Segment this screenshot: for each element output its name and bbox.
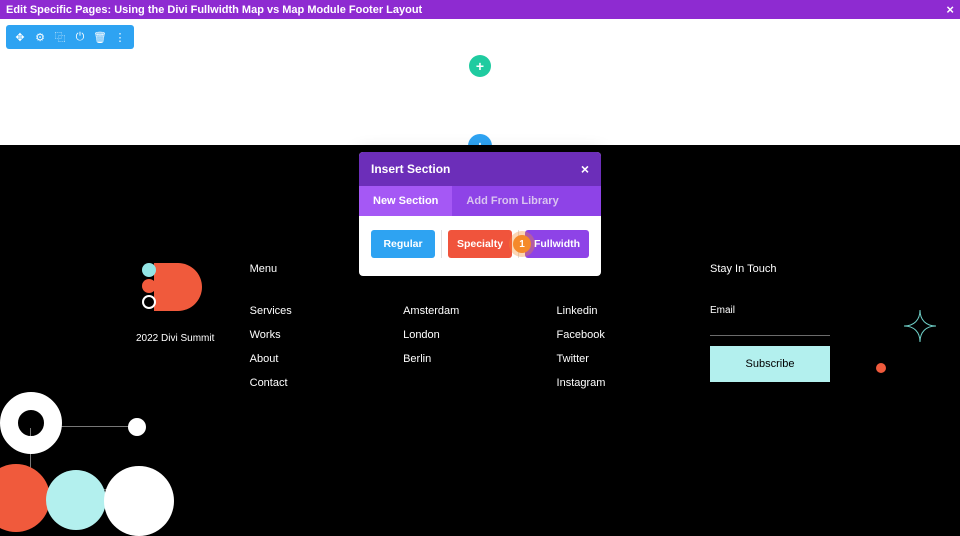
footer-social-link[interactable]: Instagram <box>557 377 686 389</box>
footer-social-link[interactable]: Facebook <box>557 329 686 341</box>
modal-header: Insert Section × <box>359 152 601 186</box>
separator <box>441 230 442 258</box>
diamond-decoration-icon <box>902 308 938 344</box>
footer-location-link[interactable]: Berlin <box>403 353 532 365</box>
footer-logo-icon <box>136 263 206 323</box>
footer-social-link[interactable]: Twitter <box>557 353 686 365</box>
page-title-bar: Edit Specific Pages: Using the Divi Full… <box>0 0 960 19</box>
modal-title: Insert Section <box>371 162 450 176</box>
fullwidth-section-button[interactable]: 1 Fullwidth <box>525 230 589 258</box>
footer-social-link[interactable]: Linkedin <box>557 305 686 317</box>
tab-new-section[interactable]: New Section <box>359 186 452 216</box>
settings-gear-icon[interactable]: ⚙ <box>32 31 48 44</box>
empty-section: + + <box>0 19 960 145</box>
section-toolbar: ✥ ⚙ ⿻ ⏻ 🗑 ⋮ <box>6 25 134 49</box>
footer-columns: 2022 Divi Summit Menu Services Works Abo… <box>136 263 830 401</box>
delete-icon[interactable]: 🗑 <box>92 31 108 44</box>
fullwidth-label: Fullwidth <box>534 238 580 250</box>
subscribe-button[interactable]: Subscribe <box>710 346 830 382</box>
footer-locations-column: Amsterdam London Berlin <box>403 263 532 401</box>
footer-subscribe-column: Stay In Touch Email Subscribe <box>710 263 830 401</box>
email-label: Email <box>710 305 830 316</box>
footer-menu-link[interactable]: Services <box>250 305 379 317</box>
specialty-section-button[interactable]: Specialty <box>448 230 512 258</box>
insert-section-modal: Insert Section × New Section Add From Li… <box>359 152 601 276</box>
save-icon[interactable]: ⏻ <box>72 31 88 44</box>
footer-location-link[interactable]: Amsterdam <box>403 305 532 317</box>
move-icon[interactable]: ✥ <box>12 31 28 44</box>
more-vertical-icon[interactable]: ⋮ <box>112 31 128 44</box>
stay-in-touch-heading: Stay In Touch <box>710 263 830 275</box>
close-icon[interactable]: × <box>581 161 589 177</box>
exit-builder-icon[interactable]: × <box>946 2 954 17</box>
footer-tagline: 2022 Divi Summit <box>136 333 226 344</box>
step-marker: 1 <box>513 235 531 253</box>
page-title: Edit Specific Pages: Using the Divi Full… <box>6 4 946 16</box>
footer-social-column: Linkedin Facebook Twitter Instagram <box>557 263 686 401</box>
regular-section-button[interactable]: Regular <box>371 230 435 258</box>
add-row-button[interactable]: + <box>469 55 491 77</box>
email-field[interactable] <box>710 322 830 336</box>
duplicate-icon[interactable]: ⿻ <box>52 29 68 45</box>
footer-menu-link[interactable]: Contact <box>250 377 379 389</box>
footer-location-link[interactable]: London <box>403 329 532 341</box>
footer-menu-link[interactable]: About <box>250 353 379 365</box>
tab-add-from-library[interactable]: Add From Library <box>452 186 572 216</box>
modal-body: Regular Specialty 1 Fullwidth <box>359 216 601 276</box>
footer-decoration-shapes <box>0 374 210 534</box>
dot-decoration-icon <box>876 363 886 373</box>
footer-menu-column: Menu Services Works About Contact <box>250 263 379 401</box>
modal-tabs: New Section Add From Library <box>359 186 601 216</box>
footer-menu-link[interactable]: Works <box>250 329 379 341</box>
